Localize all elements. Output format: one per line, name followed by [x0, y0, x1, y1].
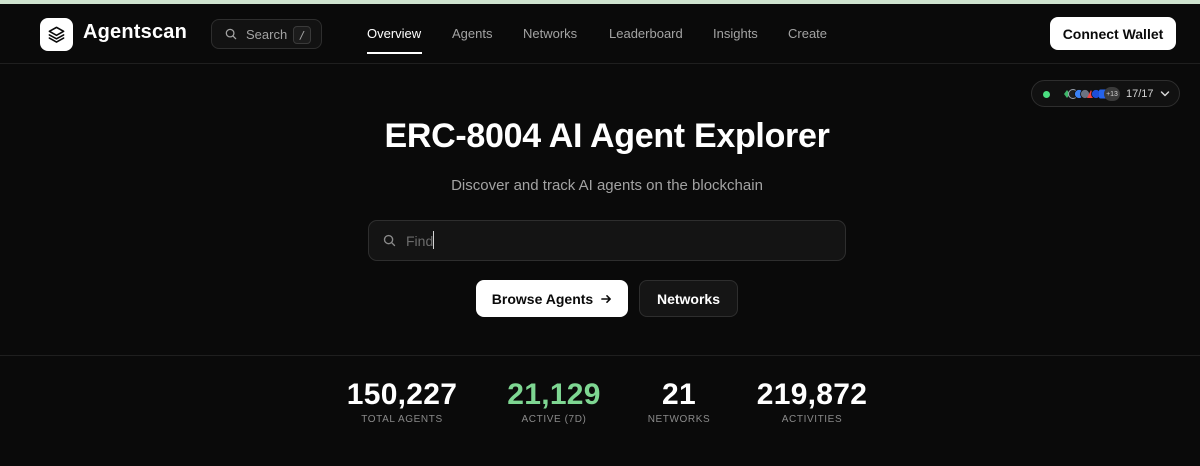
top-header: Agentscan Search / Overview Agents Netwo…: [0, 4, 1200, 64]
status-dot: [1043, 91, 1050, 98]
nav-insights[interactable]: Insights: [713, 26, 758, 41]
networks-button[interactable]: Networks: [639, 280, 738, 317]
network-status-dropdown[interactable]: +13 17/17: [1031, 80, 1180, 107]
stat-value: 21,129: [507, 378, 601, 411]
active-nav-indicator: [367, 52, 422, 54]
stat-active-7d: 21,129 ACTIVE (7D): [494, 378, 614, 425]
stat-label: NETWORKS: [647, 414, 711, 425]
stat-value: 150,227: [346, 378, 458, 411]
section-divider: [0, 355, 1200, 356]
network-count: 17/17: [1126, 88, 1154, 100]
agent-search-input[interactable]: [406, 221, 845, 260]
search-icon: [225, 28, 237, 40]
app-name[interactable]: Agentscan: [83, 21, 187, 44]
extra-chains-badge: +13: [1104, 87, 1120, 101]
global-search-button[interactable]: Search /: [211, 19, 322, 49]
stat-label: ACTIVITIES: [781, 414, 843, 425]
nav-create[interactable]: Create: [788, 26, 827, 41]
chevron-down-icon: [1160, 91, 1170, 97]
text-caret: [433, 231, 434, 249]
stat-value: 21: [662, 378, 696, 411]
stat-label: TOTAL AGENTS: [361, 414, 443, 425]
search-shortcut-key: /: [293, 26, 311, 44]
layers-icon: [48, 26, 65, 43]
browse-agents-button[interactable]: Browse Agents: [476, 280, 628, 317]
stat-total-agents: 150,227 TOTAL AGENTS: [332, 378, 472, 425]
nav-agents[interactable]: Agents: [452, 26, 492, 41]
stat-networks: 21 NETWORKS: [634, 378, 724, 425]
nav-networks[interactable]: Networks: [523, 26, 577, 41]
stat-value: 219,872: [756, 378, 868, 411]
nav-overview[interactable]: Overview: [367, 26, 421, 41]
search-icon: [383, 234, 396, 247]
browse-agents-label: Browse Agents: [491, 290, 594, 307]
page-subtitle: Discover and track AI agents on the bloc…: [451, 177, 763, 194]
search-label: Search: [246, 26, 288, 42]
logo-mark[interactable]: [40, 18, 73, 51]
stat-activities: 219,872 ACTIVITIES: [742, 378, 882, 425]
arrow-right-icon: [601, 294, 612, 303]
connect-wallet-button[interactable]: Connect Wallet: [1050, 17, 1176, 50]
stat-label: ACTIVE (7D): [521, 414, 587, 425]
page-title: ERC-8004 AI Agent Explorer: [384, 117, 830, 155]
nav-leaderboard[interactable]: Leaderboard: [609, 26, 683, 41]
agent-search-box: [368, 220, 846, 261]
